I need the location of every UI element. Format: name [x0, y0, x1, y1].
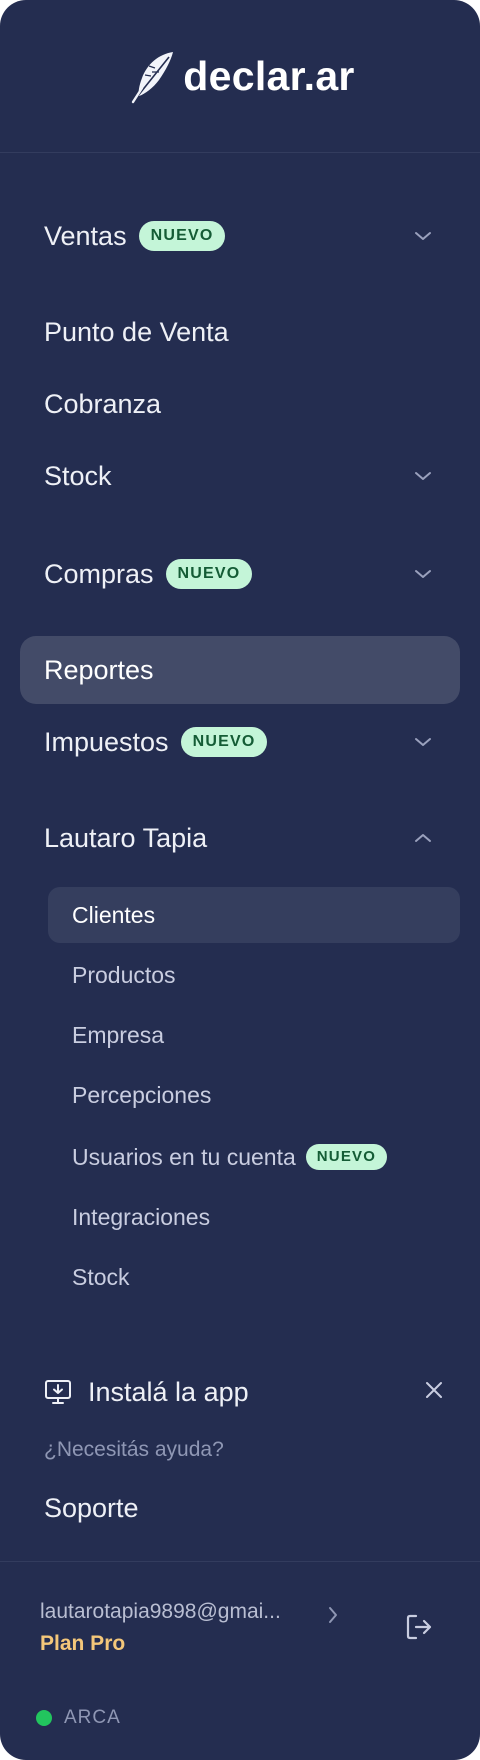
- nav-reportes-label: Reportes: [44, 654, 154, 685]
- chevron-right-icon[interactable]: [326, 1605, 340, 1625]
- nav-ventas-label: Ventas: [44, 220, 127, 251]
- submenu-integraciones[interactable]: Integraciones: [48, 1189, 460, 1245]
- logout-icon[interactable]: [404, 1612, 434, 1642]
- chevron-down-icon: [415, 472, 431, 480]
- new-badge: NUEVO: [138, 221, 226, 251]
- help-question: ¿Necesitás ayuda?: [44, 1438, 224, 1461]
- nav-stock-label: Stock: [44, 460, 112, 491]
- submenu-usuarios[interactable]: Usuarios en tu cuenta NUEVO: [48, 1129, 460, 1185]
- nav-account-section[interactable]: Lautaro Tapia: [20, 804, 460, 872]
- nav-ventas[interactable]: Ventas NUEVO: [20, 202, 460, 270]
- nav-punto-de-venta-label: Punto de Venta: [44, 316, 229, 347]
- submenu-empresa[interactable]: Empresa: [48, 1007, 460, 1063]
- chevron-down-icon: [415, 570, 431, 578]
- submenu-clientes-label: Clientes: [72, 901, 156, 928]
- install-app-banner[interactable]: Instalá la app: [44, 1362, 444, 1422]
- nav-stock[interactable]: Stock: [20, 442, 460, 510]
- submenu-clientes[interactable]: Clientes: [48, 887, 460, 943]
- status-dot: [36, 1710, 52, 1726]
- nav-cobranza-label: Cobranza: [44, 388, 162, 419]
- nav-compras-label: Compras: [44, 558, 154, 589]
- nav-reportes[interactable]: Reportes: [20, 636, 460, 704]
- new-badge: NUEVO: [305, 1144, 388, 1170]
- new-badge: NUEVO: [180, 727, 268, 757]
- sidebar: declar.ar Ventas NUEVO Punto de Venta Co…: [0, 0, 480, 1760]
- nav-soporte-label: Soporte: [44, 1492, 139, 1523]
- status-indicator: ARCA: [36, 1707, 121, 1729]
- nav-compras[interactable]: Compras NUEVO: [20, 540, 460, 608]
- submenu-integraciones-label: Integraciones: [72, 1203, 211, 1230]
- new-badge: NUEVO: [165, 559, 253, 589]
- chevron-down-icon: [415, 232, 431, 240]
- nav-account-section-label: Lautaro Tapia: [44, 822, 208, 853]
- plan-badge: Plan Pro: [40, 1632, 126, 1655]
- install-app-label: Instalá la app: [88, 1376, 249, 1407]
- nav-impuestos-label: Impuestos: [44, 726, 169, 757]
- brand-logo[interactable]: declar.ar: [0, 0, 480, 153]
- close-icon[interactable]: [424, 1380, 444, 1400]
- submenu-stock-label: Stock: [72, 1263, 130, 1290]
- submenu-usuarios-label: Usuarios en tu cuenta: [72, 1143, 296, 1170]
- feather-icon: [132, 52, 174, 104]
- account-info[interactable]: lautarotapia9898@gmai... Plan Pro: [40, 1600, 340, 1656]
- nav-cobranza[interactable]: Cobranza: [20, 370, 460, 438]
- brand-name: declar.ar: [183, 52, 355, 99]
- submenu-productos-label: Productos: [72, 961, 176, 988]
- chevron-up-icon: [415, 834, 431, 842]
- status-label: ARCA: [64, 1707, 121, 1728]
- nav-soporte[interactable]: Soporte: [20, 1474, 460, 1542]
- monitor-download-icon: [44, 1378, 72, 1406]
- submenu-stock[interactable]: Stock: [48, 1249, 460, 1305]
- submenu-percepciones[interactable]: Percepciones: [48, 1067, 460, 1123]
- nav-impuestos[interactable]: Impuestos NUEVO: [20, 708, 460, 776]
- nav-punto-de-venta[interactable]: Punto de Venta: [20, 298, 460, 366]
- submenu-percepciones-label: Percepciones: [72, 1081, 212, 1108]
- account-email: lautarotapia9898@gmai...: [40, 1600, 281, 1623]
- divider: [0, 1561, 480, 1562]
- chevron-down-icon: [415, 738, 431, 746]
- submenu-productos[interactable]: Productos: [48, 947, 460, 1003]
- submenu-empresa-label: Empresa: [72, 1021, 165, 1048]
